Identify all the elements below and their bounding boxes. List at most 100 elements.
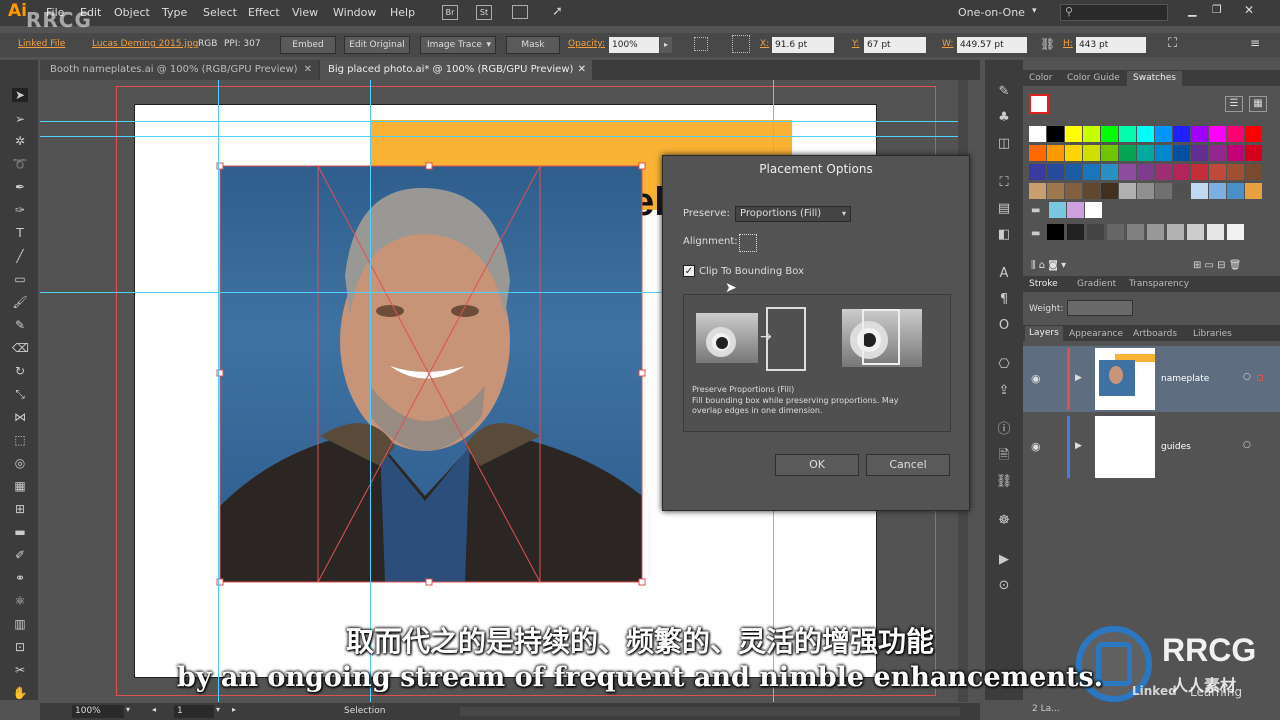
- color-swatch[interactable]: [1083, 164, 1100, 180]
- shape-builder-tool-icon[interactable]: ◎: [12, 456, 28, 470]
- color-swatch[interactable]: [1083, 126, 1100, 142]
- transform-icon[interactable]: ⛶: [995, 175, 1013, 191]
- fill-stroke-icon[interactable]: [1029, 94, 1049, 114]
- color-swatch[interactable]: [1067, 224, 1084, 240]
- panel-menu-icon[interactable]: ≡: [1250, 36, 1260, 50]
- color-swatch[interactable]: [1167, 224, 1184, 240]
- brushes-icon[interactable]: ✎: [995, 84, 1013, 100]
- color-swatch[interactable]: [1029, 183, 1046, 199]
- tab-color[interactable]: Color: [1029, 73, 1053, 83]
- y-field[interactable]: 67 pt: [864, 37, 926, 53]
- color-swatch[interactable]: [1119, 145, 1136, 161]
- tab-appearance[interactable]: Appearance: [1069, 329, 1123, 339]
- mask-button[interactable]: Mask: [506, 36, 560, 54]
- perspective-grid-tool-icon[interactable]: ▦: [12, 479, 28, 493]
- zoom-field[interactable]: 100%: [72, 705, 124, 718]
- color-swatch[interactable]: [1173, 126, 1190, 142]
- color-swatch[interactable]: [1049, 202, 1066, 218]
- layer-name[interactable]: nameplate: [1161, 374, 1209, 384]
- color-swatch[interactable]: [1065, 183, 1082, 199]
- tab-transparency[interactable]: Transparency: [1129, 279, 1189, 289]
- color-swatch[interactable]: [1127, 224, 1144, 240]
- guide-vertical[interactable]: [370, 80, 371, 702]
- gradient-tool-icon[interactable]: ▬: [12, 525, 28, 539]
- paintbrush-tool-icon[interactable]: 🖌: [12, 295, 28, 309]
- color-swatch[interactable]: [1191, 126, 1208, 142]
- color-swatch[interactable]: [1101, 145, 1118, 161]
- free-transform-tool-icon[interactable]: ⬚: [12, 433, 28, 447]
- minimize-icon[interactable]: ▁: [1188, 4, 1196, 17]
- color-swatch[interactable]: [1047, 126, 1064, 142]
- tab-artboards[interactable]: Artboards: [1133, 329, 1177, 339]
- tab-booth-nameplates[interactable]: Booth nameplates.ai @ 100% (RGB/GPU Prev…: [40, 60, 318, 80]
- image-trace-icon[interactable]: ⎔: [995, 357, 1013, 373]
- menu-type[interactable]: Type: [162, 6, 187, 19]
- color-swatch[interactable]: [1191, 183, 1208, 199]
- visibility-eye-icon[interactable]: ◉: [1031, 372, 1041, 385]
- close-tab-icon[interactable]: ✕: [578, 60, 586, 80]
- arrange-documents-icon[interactable]: [512, 5, 528, 19]
- color-swatch[interactable]: [1065, 126, 1082, 142]
- transform-icon[interactable]: ⛶: [1168, 36, 1177, 51]
- links-icon[interactable]: ⛓: [995, 474, 1013, 490]
- horizontal-scrollbar[interactable]: [460, 707, 960, 716]
- graphic-styles-icon[interactable]: ◫: [995, 136, 1013, 152]
- stock-icon[interactable]: St: [476, 5, 492, 20]
- color-swatch[interactable]: [1137, 183, 1154, 199]
- preserve-dropdown[interactable]: Proportions (Fill) ▾: [735, 206, 851, 222]
- clip-checkbox[interactable]: ✓: [683, 265, 695, 277]
- alignment-grid-icon[interactable]: [739, 234, 757, 252]
- color-swatch[interactable]: [1245, 164, 1262, 180]
- color-swatch[interactable]: [1227, 145, 1244, 161]
- tab-swatches[interactable]: Swatches: [1127, 71, 1182, 86]
- workspace-switcher[interactable]: One-on-One: [958, 6, 1025, 19]
- artboard-field[interactable]: 1: [174, 705, 214, 718]
- swatch-libraries-icon[interactable]: ⫼ ⌂ ◙ ▾: [1031, 260, 1066, 271]
- color-swatch[interactable]: [1147, 224, 1164, 240]
- align-panel-icon[interactable]: ▤: [995, 201, 1013, 217]
- magic-wand-tool-icon[interactable]: ✲: [12, 134, 28, 148]
- search-field[interactable]: ⚲: [1060, 4, 1168, 21]
- color-swatch[interactable]: [1087, 224, 1104, 240]
- color-swatch[interactable]: [1173, 183, 1190, 199]
- color-swatch[interactable]: [1029, 145, 1046, 161]
- color-swatch[interactable]: [1101, 164, 1118, 180]
- character-icon[interactable]: A: [995, 266, 1013, 282]
- menu-view[interactable]: View: [292, 6, 318, 19]
- selection-tool-icon[interactable]: ➤: [12, 88, 28, 102]
- embed-button[interactable]: Embed: [280, 36, 336, 54]
- width-tool-icon[interactable]: ⋈: [12, 410, 28, 424]
- zoom-dropdown-icon[interactable]: ▾: [126, 705, 130, 714]
- color-swatch[interactable]: [1107, 224, 1124, 240]
- color-swatch[interactable]: [1047, 145, 1064, 161]
- direct-selection-tool-icon[interactable]: ➢: [12, 112, 28, 126]
- pathfinder-icon[interactable]: ◧: [995, 227, 1013, 243]
- color-swatch[interactable]: [1083, 145, 1100, 161]
- next-artboard-icon[interactable]: ▸: [232, 705, 236, 714]
- menu-effect[interactable]: Effect: [248, 6, 280, 19]
- color-swatch[interactable]: [1065, 164, 1082, 180]
- color-swatch[interactable]: [1101, 183, 1118, 199]
- close-tab-icon[interactable]: ✕: [304, 60, 312, 80]
- weight-field[interactable]: [1067, 300, 1133, 316]
- w-field[interactable]: 449.57 pt: [957, 37, 1027, 53]
- color-swatch[interactable]: [1155, 183, 1172, 199]
- reference-point-icon[interactable]: [732, 35, 750, 53]
- paragraph-icon[interactable]: ¶: [995, 292, 1013, 308]
- color-swatch[interactable]: [1155, 164, 1172, 180]
- tab-libraries[interactable]: Libraries: [1193, 329, 1232, 339]
- status-tool[interactable]: Selection: [344, 706, 385, 716]
- color-swatch[interactable]: [1245, 126, 1262, 142]
- gpu-performance-icon[interactable]: ➚: [552, 4, 563, 19]
- mesh-tool-icon[interactable]: ⊞: [12, 502, 28, 516]
- color-swatch[interactable]: [1029, 164, 1046, 180]
- close-icon[interactable]: ✕: [1244, 3, 1254, 17]
- tab-stroke[interactable]: Stroke: [1029, 279, 1058, 289]
- menu-object[interactable]: Object: [114, 6, 150, 19]
- curvature-tool-icon[interactable]: ✑: [12, 203, 28, 217]
- list-view-icon[interactable]: ☰: [1225, 96, 1243, 112]
- x-field[interactable]: 91.6 pt: [772, 37, 834, 53]
- color-swatch[interactable]: [1137, 126, 1154, 142]
- rotate-tool-icon[interactable]: ↻: [12, 364, 28, 378]
- color-swatch[interactable]: [1067, 202, 1084, 218]
